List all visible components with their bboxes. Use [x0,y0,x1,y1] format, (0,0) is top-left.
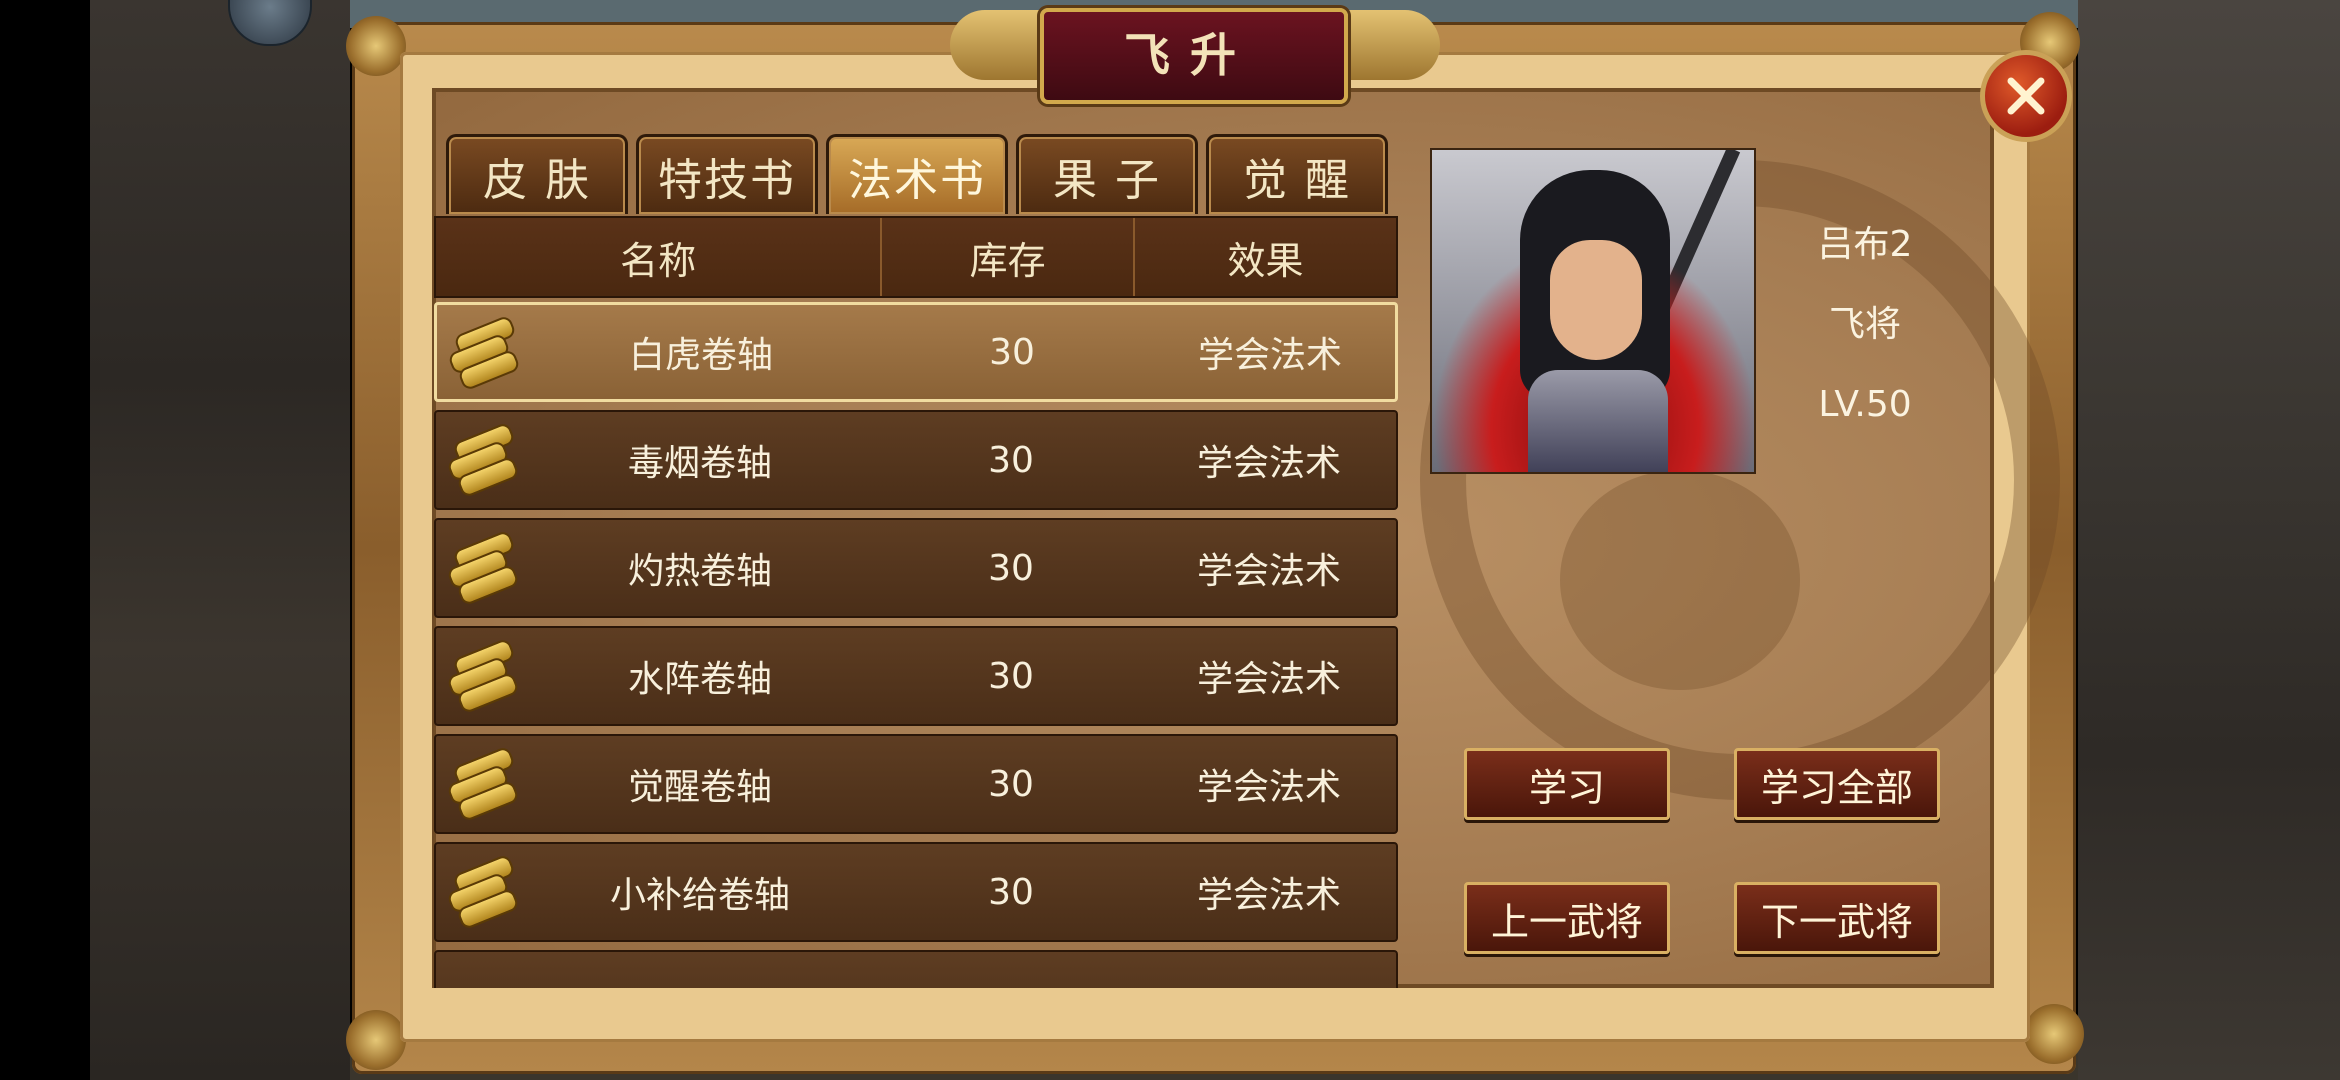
hero-portrait [1430,148,1756,474]
item-stock: 30 [988,763,1034,805]
table-row[interactable]: 水阵卷轴 30 学会法术 [434,626,1398,726]
table-row-partial[interactable] [434,950,1398,988]
table-row[interactable]: 白虎卷轴 30 学会法术 [434,302,1398,402]
item-name: 小补给卷轴 [609,875,790,916]
hero-title: 飞将 [1828,304,1901,345]
table-header: 名称 库存 效果 [434,216,1398,298]
table-row[interactable]: 觉醒卷轴 30 学会法术 [434,734,1398,834]
item-effect: 学会法术 [1197,335,1342,376]
column-header-effect: 效果 [1227,238,1304,283]
tab-skin[interactable]: 皮 肤 [446,134,628,214]
hero-level: LV.50 [1818,384,1912,425]
tab-fruit[interactable]: 果 子 [1016,134,1198,214]
scroll-icon [447,314,521,392]
tab-skill-book[interactable]: 特技书 [636,134,818,214]
close-button[interactable] [1980,50,2072,142]
scroll-icon [446,853,520,931]
close-icon [2007,77,2045,115]
background-scene-right [2078,0,2340,1080]
item-name: 觉醒卷轴 [627,767,772,808]
scroll-icon [446,637,520,715]
tab-awaken[interactable]: 觉 醒 [1206,134,1388,214]
item-stock: 30 [989,331,1035,373]
learn-button[interactable]: 学习 [1464,748,1670,820]
tab-spell-book[interactable]: 法术书 [826,134,1008,214]
learn-all-button[interactable]: 学习全部 [1734,748,1940,820]
hero-info: 吕布2 飞将 LV.50 [1770,210,1960,450]
item-table: 名称 库存 效果 白虎卷轴 30 学会法术 毒烟卷轴 30 学会法术 灼热卷轴 … [434,216,1398,988]
item-effect: 学会法术 [1196,551,1341,592]
item-stock: 30 [988,871,1034,913]
scroll-icon [446,421,520,499]
item-name: 灼热卷轴 [627,551,772,592]
item-name: 白虎卷轴 [628,335,773,376]
hero-name: 吕布2 [1817,224,1913,265]
table-row[interactable]: 灼热卷轴 30 学会法术 [434,518,1398,618]
table-row[interactable]: 小补给卷轴 30 学会法术 [434,842,1398,942]
prev-general-button[interactable]: 上一武将 [1464,882,1670,954]
item-effect: 学会法术 [1196,659,1341,700]
scroll-icon [446,529,520,607]
item-name: 水阵卷轴 [627,659,772,700]
item-name: 毒烟卷轴 [627,443,772,484]
item-effect: 学会法术 [1196,443,1341,484]
item-effect: 学会法术 [1196,875,1341,916]
next-general-button[interactable]: 下一武将 [1734,882,1940,954]
scroll-icon [446,745,520,823]
tab-bar: 皮 肤 特技书 法术书 果 子 觉 醒 [446,134,1388,216]
background-scene-left [90,0,350,1080]
item-stock: 30 [988,547,1034,589]
table-body[interactable]: 白虎卷轴 30 学会法术 毒烟卷轴 30 学会法术 灼热卷轴 30 学会法术 水… [434,302,1398,988]
corner-ornament-icon [346,1010,406,1070]
column-header-name: 名称 [436,218,883,296]
corner-ornament-icon [346,16,406,76]
table-row[interactable]: 毒烟卷轴 30 学会法术 [434,410,1398,510]
dragon-watermark-icon [1560,470,1800,690]
corner-ornament-icon [2024,1004,2084,1064]
item-stock: 30 [988,439,1034,481]
item-stock: 30 [988,655,1034,697]
column-header-stock: 库存 [882,218,1136,296]
item-effect: 学会法术 [1196,767,1341,808]
dialog-title: 飞升 [1124,28,1256,82]
